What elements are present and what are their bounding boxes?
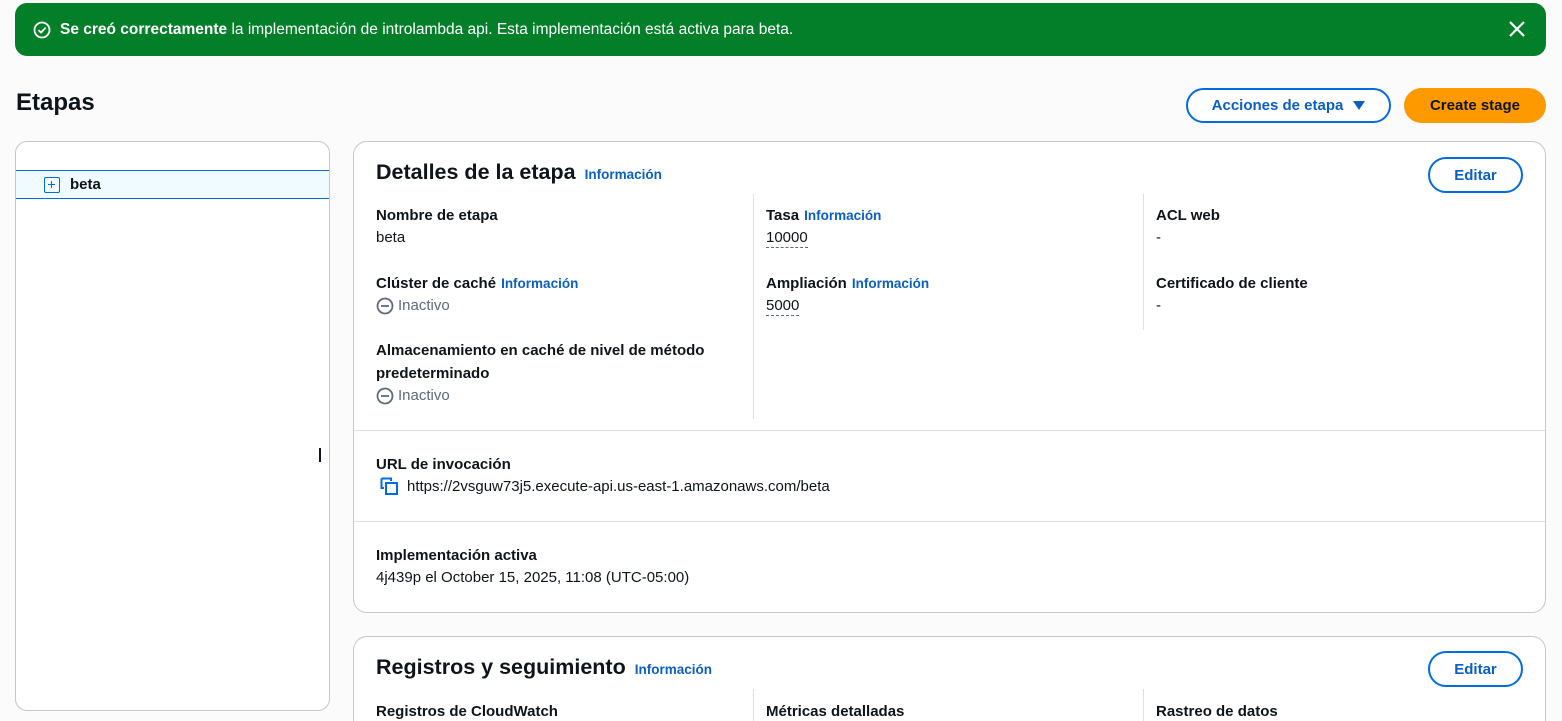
stage-name-value: beta xyxy=(376,229,406,246)
section-divider xyxy=(354,430,1545,431)
rate-label-text: Tasa xyxy=(766,207,800,224)
cache-cluster-label-text: Clúster de caché xyxy=(376,275,497,292)
rate-value[interactable]: 10000 xyxy=(766,229,808,248)
column-divider xyxy=(1143,689,1144,721)
method-cache-field: Almacenamiento en caché de nivel de méto… xyxy=(376,339,736,407)
web-acl-field: ACL web - xyxy=(1156,204,1220,249)
rate-field: Tasa Información 10000 xyxy=(766,204,881,249)
section-divider xyxy=(354,521,1545,522)
detailed-metrics-label: Métricas detalladas xyxy=(766,703,905,720)
burst-label-text: Ampliación xyxy=(766,275,847,292)
info-link[interactable]: Información xyxy=(804,204,881,227)
active-deployment-value: 4j439p el October 15, 2025, 11:08 (UTC-0… xyxy=(376,569,690,586)
status-inactive-icon xyxy=(376,387,394,405)
invoke-url-label: URL de invocación xyxy=(376,456,511,473)
panel-resize-handle[interactable] xyxy=(319,448,321,462)
cloudwatch-logs-label: Registros de CloudWatch xyxy=(376,703,558,720)
stage-name-field: Nombre de etapa beta xyxy=(376,204,498,249)
success-check-icon xyxy=(33,21,51,39)
info-link[interactable]: Información xyxy=(585,167,662,182)
logs-tracing-card: Registros y seguimiento Información Edit… xyxy=(353,636,1546,721)
status-inactive-icon xyxy=(376,297,394,315)
close-icon[interactable] xyxy=(1508,20,1526,38)
burst-value[interactable]: 5000 xyxy=(766,297,800,316)
info-link[interactable]: Información xyxy=(852,272,929,295)
invoke-url-row: https://2vsguw73j5.execute-api.us-east-1… xyxy=(380,476,830,498)
caret-down-icon xyxy=(1353,101,1366,110)
success-flash-banner: Se creó correctamente la implementación … xyxy=(15,3,1546,56)
stage-actions-label: Acciones de etapa xyxy=(1211,97,1344,114)
client-cert-value: - xyxy=(1156,297,1161,314)
expand-plus-icon[interactable] xyxy=(44,176,60,193)
burst-field: Ampliación Información 5000 xyxy=(766,272,929,317)
cache-cluster-label: Clúster de caché Información xyxy=(376,272,578,295)
active-deployment-label: Implementación activa xyxy=(376,547,537,564)
invoke-url-field: URL de invocación https://2vsguw73j5.exe… xyxy=(376,453,830,498)
stage-details-card: Detalles de la etapa Información Editar … xyxy=(353,141,1546,613)
logs-tracing-title: Registros y seguimiento Información xyxy=(376,655,712,680)
stage-details-title: Detalles de la etapa Información xyxy=(376,160,662,185)
data-tracing-field: Rastreo de datos xyxy=(1156,700,1278,721)
cache-cluster-status: Inactivo xyxy=(376,295,578,317)
logs-tracing-heading: Registros y seguimiento xyxy=(376,655,626,679)
column-divider xyxy=(753,194,754,419)
copy-icon[interactable] xyxy=(380,477,400,497)
stage-details-heading: Detalles de la etapa xyxy=(376,160,576,184)
stages-tree-panel: beta xyxy=(15,141,330,711)
flash-message: Se creó correctamente la implementación … xyxy=(60,20,794,38)
info-link[interactable]: Información xyxy=(501,272,578,295)
client-cert-label: Certificado de cliente xyxy=(1156,275,1308,292)
method-cache-label: Almacenamiento en caché de nivel de méto… xyxy=(376,342,705,382)
data-tracing-label: Rastreo de datos xyxy=(1156,703,1278,720)
invoke-url-value[interactable]: https://2vsguw73j5.execute-api.us-east-1… xyxy=(407,476,830,498)
web-acl-label: ACL web xyxy=(1156,207,1220,224)
stage-actions-button[interactable]: Acciones de etapa xyxy=(1186,88,1391,123)
detailed-metrics-field: Métricas detalladas xyxy=(766,700,904,721)
edit-logs-button[interactable]: Editar xyxy=(1428,651,1523,687)
info-link[interactable]: Información xyxy=(635,662,712,677)
cloudwatch-logs-field: Registros de CloudWatch xyxy=(376,700,558,721)
method-cache-value: Inactivo xyxy=(398,387,450,404)
rate-label: Tasa Información xyxy=(766,204,881,227)
web-acl-value: - xyxy=(1156,229,1161,246)
active-deployment-field: Implementación activa 4j439p el October … xyxy=(376,544,689,589)
page-title: Etapas xyxy=(16,89,95,116)
client-cert-field: Certificado de cliente - xyxy=(1156,272,1308,317)
tree-item-label: beta xyxy=(70,176,101,193)
burst-label: Ampliación Información xyxy=(766,272,929,295)
tree-item-beta[interactable]: beta xyxy=(16,170,329,199)
method-cache-status: Inactivo xyxy=(376,385,736,407)
cache-cluster-field: Clúster de caché Información Inactivo xyxy=(376,272,578,317)
stage-name-label: Nombre de etapa xyxy=(376,207,498,224)
edit-details-button[interactable]: Editar xyxy=(1428,157,1523,193)
create-stage-button[interactable]: Create stage xyxy=(1404,88,1546,123)
cache-cluster-value: Inactivo xyxy=(398,297,450,314)
column-divider xyxy=(1143,194,1144,330)
column-divider xyxy=(753,689,754,721)
